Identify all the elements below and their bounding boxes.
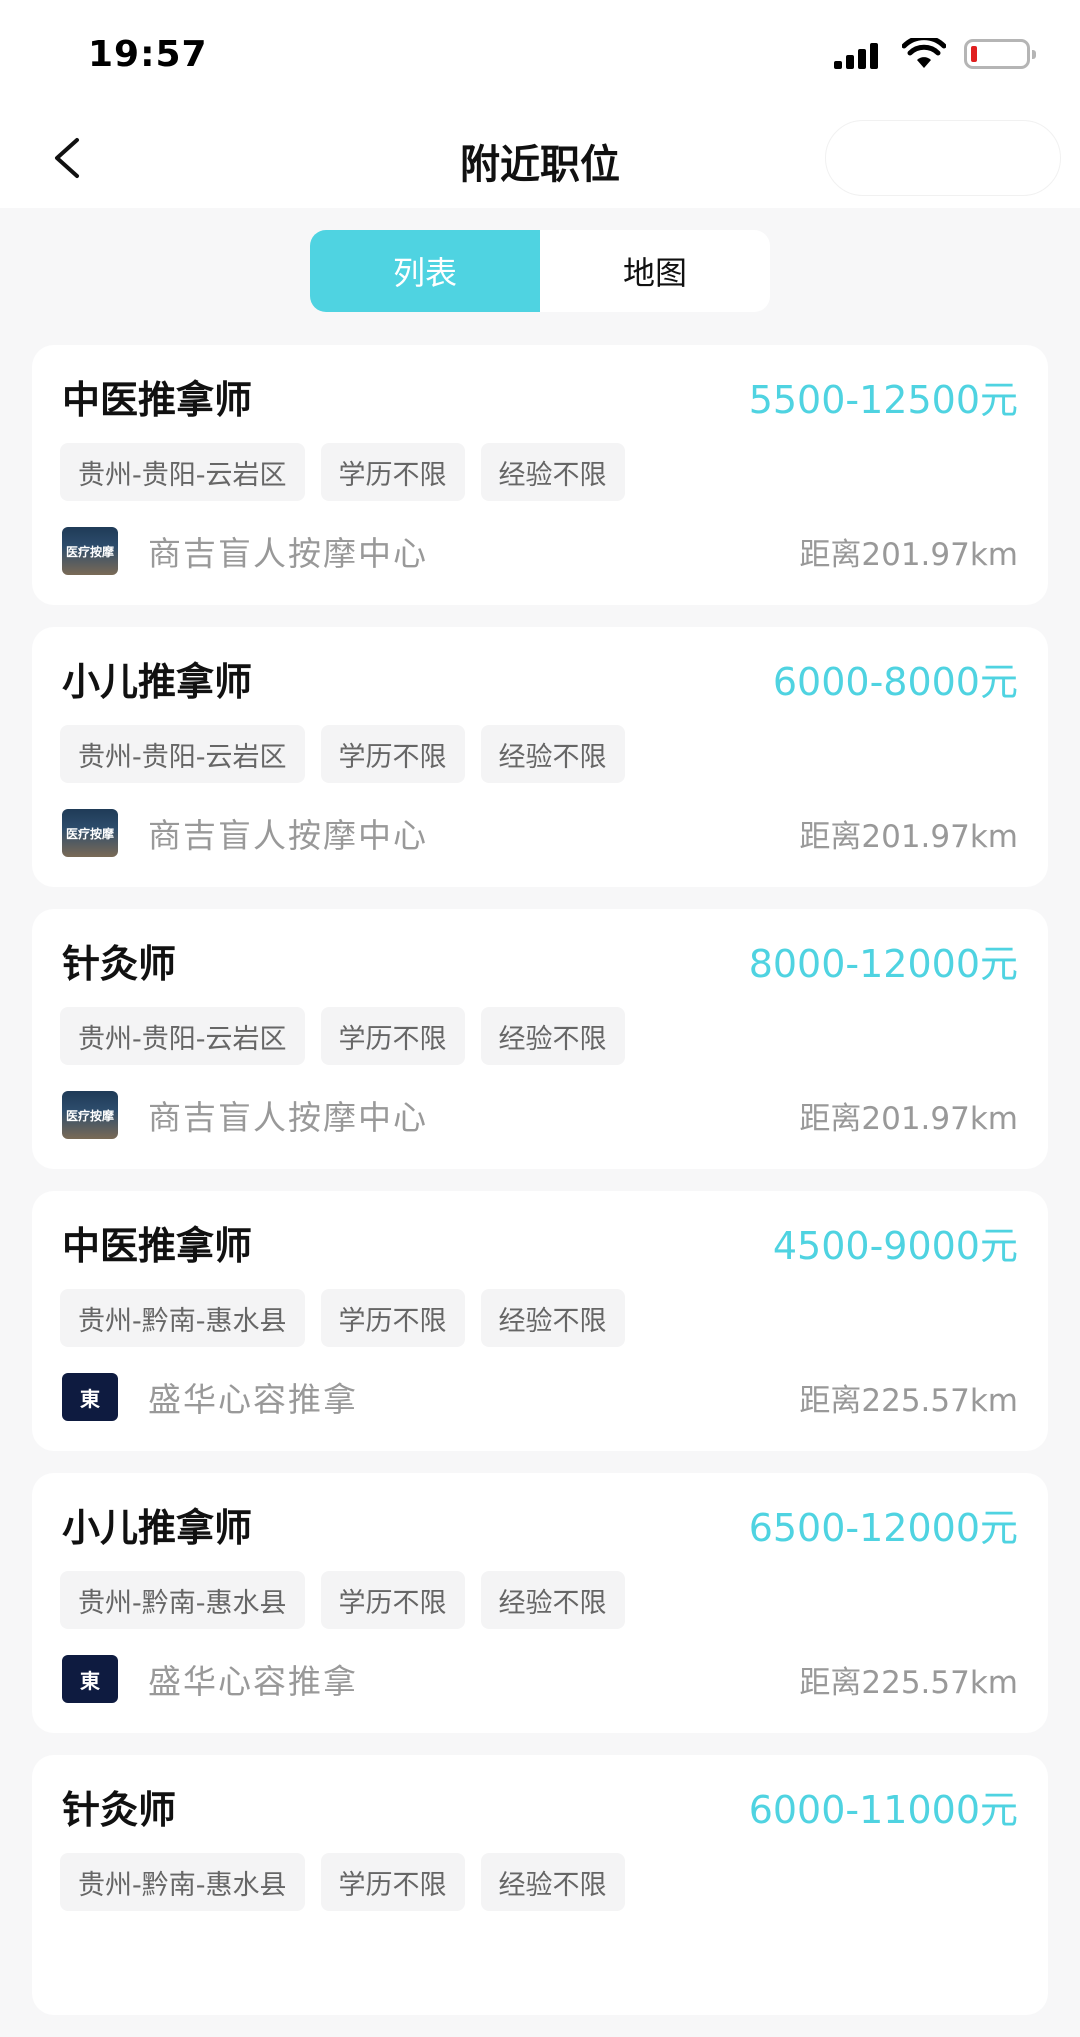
tag-experience: 经验不限 <box>480 443 625 501</box>
job-tags: 贵州-贵阳-云岩区 学历不限 经验不限 <box>60 443 625 501</box>
battery-icon <box>964 39 1036 69</box>
tag-experience: 经验不限 <box>480 725 625 783</box>
job-card[interactable]: 中医推拿师 5500-12500元 贵州-贵阳-云岩区 学历不限 经验不限 医疗… <box>32 345 1048 605</box>
job-distance: 距离201.97km <box>799 1100 1018 1137</box>
job-card[interactable]: 小儿推拿师 6500-12000元 贵州-黔南-惠水县 学历不限 经验不限 東 … <box>32 1473 1048 1733</box>
job-distance: 距离201.97km <box>799 536 1018 573</box>
tag-experience: 经验不限 <box>480 1289 625 1347</box>
company-name: 商吉盲人按摩中心 <box>148 816 428 855</box>
company-logo: 医疗按摩 <box>62 809 118 857</box>
job-salary: 6000-8000元 <box>772 660 1018 704</box>
job-tags: 贵州-贵阳-云岩区 学历不限 经验不限 <box>60 725 625 783</box>
tag-education: 学历不限 <box>320 725 465 783</box>
tag-location: 贵州-贵阳-云岩区 <box>60 443 305 501</box>
tag-education: 学历不限 <box>320 443 465 501</box>
company-row: 医疗按摩 商吉盲人按摩中心 距离201.97km <box>62 1089 1018 1141</box>
job-tags: 贵州-黔南-惠水县 学历不限 经验不限 <box>60 1289 625 1347</box>
job-title: 针灸师 <box>62 942 177 986</box>
job-salary: 6000-11000元 <box>748 1788 1018 1832</box>
view-segment: 列表 地图 <box>310 230 770 312</box>
job-title: 针灸师 <box>62 1788 177 1832</box>
job-tags: 贵州-贵阳-云岩区 学历不限 经验不限 <box>60 1007 625 1065</box>
job-salary: 6500-12000元 <box>748 1506 1018 1550</box>
job-card[interactable]: 小儿推拿师 6000-8000元 贵州-贵阳-云岩区 学历不限 经验不限 医疗按… <box>32 627 1048 887</box>
job-distance: 距离225.57km <box>799 1382 1018 1419</box>
company-logo-text: 医疗按摩 <box>65 1108 114 1123</box>
tag-location: 贵州-贵阳-云岩区 <box>60 725 305 783</box>
job-title: 小儿推拿师 <box>62 660 253 704</box>
mini-program-capsule[interactable] <box>825 120 1061 196</box>
company-row: 東 盛华心容推拿 距离225.57km <box>62 1371 1018 1423</box>
tag-education: 学历不限 <box>320 1571 465 1629</box>
company-logo-text: 医疗按摩 <box>65 826 114 841</box>
company-logo: 東 <box>62 1373 118 1421</box>
status-icons <box>834 38 1036 70</box>
job-card[interactable]: 针灸师 6000-11000元 贵州-黔南-惠水县 学历不限 经验不限 <box>32 1755 1048 2015</box>
signal-icon <box>834 39 884 69</box>
company-row: 医疗按摩 商吉盲人按摩中心 距离201.97km <box>62 807 1018 859</box>
battery-level <box>971 46 977 62</box>
tag-education: 学历不限 <box>320 1289 465 1347</box>
job-list: 中医推拿师 5500-12500元 贵州-贵阳-云岩区 学历不限 经验不限 医疗… <box>32 345 1048 2037</box>
company-logo: 医疗按摩 <box>62 1091 118 1139</box>
company-row: 医疗按摩 商吉盲人按摩中心 距离201.97km <box>62 525 1018 577</box>
company-logo-text: 医疗按摩 <box>65 544 114 559</box>
tag-experience: 经验不限 <box>480 1007 625 1065</box>
company-logo-text: 東 <box>80 1668 100 1693</box>
job-distance: 距离201.97km <box>799 818 1018 855</box>
tag-education: 学历不限 <box>320 1853 465 1911</box>
job-title: 中医推拿师 <box>62 1224 253 1268</box>
tag-location: 贵州-黔南-惠水县 <box>60 1853 305 1911</box>
job-tags: 贵州-黔南-惠水县 学历不限 经验不限 <box>60 1571 625 1629</box>
company-logo: 東 <box>62 1655 118 1703</box>
job-salary: 4500-9000元 <box>772 1224 1018 1268</box>
job-title: 小儿推拿师 <box>62 1506 253 1550</box>
company-logo-text: 東 <box>80 1386 100 1411</box>
company-row: 東 盛华心容推拿 距离225.57km <box>62 1653 1018 1705</box>
nav-bar: 附近职位 <box>0 108 1080 208</box>
company-name: 商吉盲人按摩中心 <box>148 1098 428 1137</box>
tab-map[interactable]: 地图 <box>540 230 770 312</box>
tag-location: 贵州-黔南-惠水县 <box>60 1289 305 1347</box>
tab-list[interactable]: 列表 <box>310 230 540 312</box>
tag-location: 贵州-贵阳-云岩区 <box>60 1007 305 1065</box>
company-name: 盛华心容推拿 <box>148 1662 358 1701</box>
status-time: 19:57 <box>88 34 208 75</box>
tag-location: 贵州-黔南-惠水县 <box>60 1571 305 1629</box>
job-card[interactable]: 中医推拿师 4500-9000元 贵州-黔南-惠水县 学历不限 经验不限 東 盛… <box>32 1191 1048 1451</box>
job-salary: 5500-12500元 <box>748 378 1018 422</box>
company-logo: 医疗按摩 <box>62 527 118 575</box>
job-salary: 8000-12000元 <box>748 942 1018 986</box>
company-name: 盛华心容推拿 <box>148 1380 358 1419</box>
wifi-icon <box>902 38 946 68</box>
company-name: 商吉盲人按摩中心 <box>148 534 428 573</box>
status-bar: 19:57 <box>0 0 1080 108</box>
tag-experience: 经验不限 <box>480 1853 625 1911</box>
tag-experience: 经验不限 <box>480 1571 625 1629</box>
tag-education: 学历不限 <box>320 1007 465 1065</box>
job-title: 中医推拿师 <box>62 378 253 422</box>
job-card[interactable]: 针灸师 8000-12000元 贵州-贵阳-云岩区 学历不限 经验不限 医疗按摩… <box>32 909 1048 1169</box>
job-tags: 贵州-黔南-惠水县 学历不限 经验不限 <box>60 1853 625 1911</box>
job-distance: 距离225.57km <box>799 1664 1018 1701</box>
